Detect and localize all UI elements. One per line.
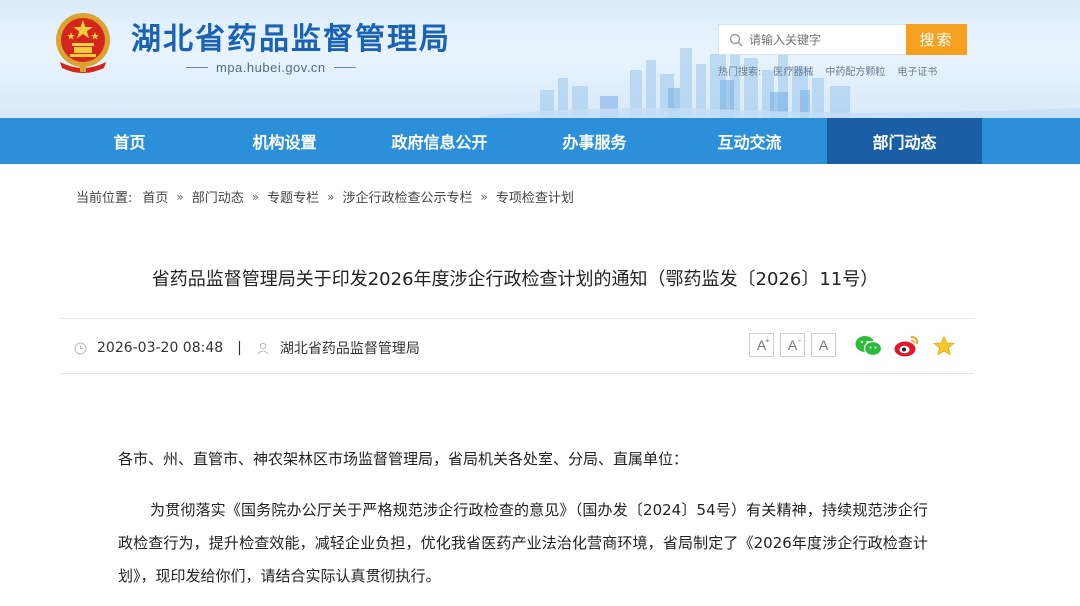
search-button[interactable]: 搜索 [906,24,967,55]
breadcrumb-link[interactable]: 专项检查计划 [496,187,574,206]
national-emblem-logo [56,13,110,73]
breadcrumb-separator: » [176,189,184,204]
nav-item-gov-info[interactable]: 政府信息公开 [362,118,517,164]
publish-date: 2026-03-20 08:48 [97,340,224,356]
article-meta: 2026-03-20 08:48 | 湖北省药品监督管理局 [74,338,420,358]
nav-item-services[interactable]: 办事服务 [517,118,672,164]
minus-icon: - [798,336,801,345]
favorite-star-icon [933,335,955,356]
search-input[interactable] [749,32,899,47]
article-greeting: 各市、州、直管市、神农架林区市场监督管理局，省局机关各处室、分局、直属单位： [118,450,689,468]
source-icon [257,342,269,354]
font-decrease-button[interactable]: A - [780,333,805,357]
breadcrumb: 当前位置: 首页 » 部门动态 » 专题专栏 » 涉企行政检查公示专栏 » 专项… [76,187,574,207]
font-decrease-label: A [787,337,798,353]
font-size-controls: A + A - A [749,333,842,357]
search-icon [729,33,743,46]
font-increase-button[interactable]: A + [749,333,774,357]
font-reset-button[interactable]: A [811,333,836,357]
favorite-button[interactable] [930,333,958,359]
font-reset-label: A [818,337,829,353]
breadcrumb-separator: » [251,189,260,204]
main-nav: 首页 机构设置 政府信息公开 办事服务 互动交流 部门动态 [0,118,1080,164]
site-domain: mpa.hubei.gov.cn [186,57,356,77]
hot-search-link[interactable]: 医疗器械 [773,63,813,78]
breadcrumb-link[interactable]: 部门动态 [192,187,244,206]
hot-search-link[interactable]: 中药配方颗粒 [825,63,885,78]
wechat-icon [855,336,882,357]
clock-icon [74,342,87,354]
nav-item-interaction[interactable]: 互动交流 [672,118,827,164]
hot-search-label: 热门搜索: [718,67,762,78]
article-paragraph: 为贯彻落实《国务院办公厅关于严格规范涉企行政检查的意见》（国办发〔2024〕54… [118,501,928,585]
hot-search-row: 热门搜索: 医疗器械 中药配方颗粒 电子证书 [718,63,949,78]
nav-item-home[interactable]: 首页 [52,118,207,164]
header-banner: 湖北省药品监督管理局 mpa.hubei.gov.cn 搜索 热门搜索: 医疗器… [0,0,1080,118]
share-icons [854,333,968,359]
meta-divider: | [237,340,242,356]
share-weibo-button[interactable] [892,333,920,359]
breadcrumb-label: 当前位置: [76,191,133,206]
share-wechat-button[interactable] [854,333,882,359]
site-domain-text: mpa.hubei.gov.cn [216,59,326,75]
search-box[interactable] [718,24,906,55]
article-title: 省药品监督管理局关于印发2026年度涉企行政检查计划的通知（鄂药监发〔2026〕… [151,269,879,290]
breadcrumb-link[interactable]: 首页 [142,187,168,206]
breadcrumb-link[interactable]: 专题专栏 [267,187,319,206]
article-body: 各市、州、直管市、神农架林区市场监督管理局，省局机关各处室、分局、直属单位： 为… [118,446,928,593]
nav-item-department-news[interactable]: 部门动态 [827,118,982,164]
hot-search-link[interactable]: 电子证书 [897,63,937,78]
site-title[interactable]: 湖北省药品监督管理局 [131,14,451,58]
article-meta-bar: 2026-03-20 08:48 | 湖北省药品监督管理局 A + A - A [60,318,974,374]
breadcrumb-separator: » [480,189,488,204]
plus-icon: + [765,336,770,345]
breadcrumb-link[interactable]: 涉企行政检查公示专栏 [342,187,472,206]
breadcrumb-separator: » [327,189,335,204]
weibo-icon [894,336,918,357]
article-source: 湖北省药品监督管理局 [279,341,420,357]
nav-item-organization[interactable]: 机构设置 [207,118,362,164]
